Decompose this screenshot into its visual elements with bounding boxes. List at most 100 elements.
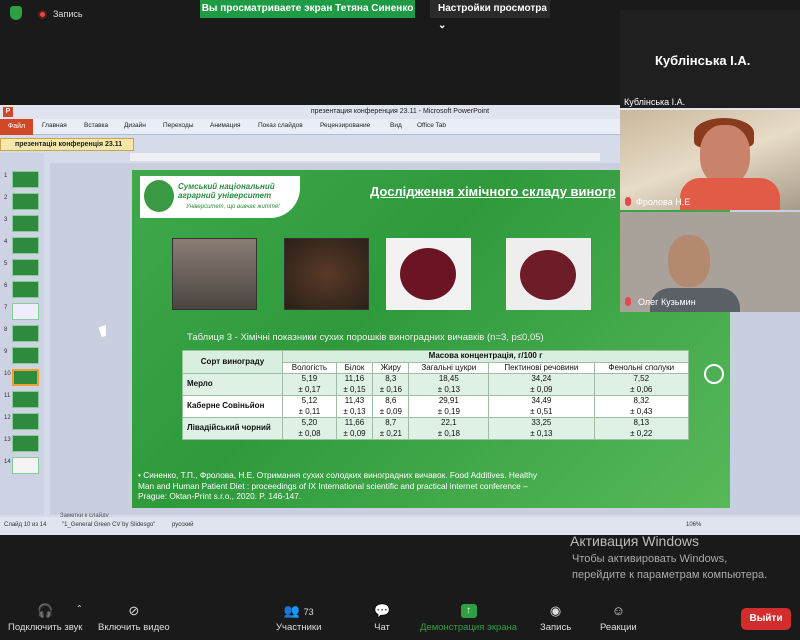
cell-value: 8,13 [633,418,650,427]
cell-error: ± 0,09 [379,406,402,416]
reactions-icon: ☺ [611,603,625,618]
slide-thumbnail[interactable] [12,281,39,298]
cell-value: 29,91 [438,396,459,405]
document-tab[interactable]: презентація конференція 23.11 [0,138,134,151]
tab-file[interactable]: Файл [0,119,33,135]
cell-value: 5,19 [301,374,318,383]
cell-value: 34,24 [531,374,552,383]
cell-error: ± 0,09 [530,384,553,394]
audio-options-chevron[interactable]: ⌃ [76,604,83,613]
tab-animation[interactable]: Анимация [210,122,241,129]
cell-error: ± 0,09 [343,428,366,438]
status-slide: Слайд 10 из 14 [4,522,47,528]
table-row: Лівадійський чорний 5,20 ± 0,08 11,66 ± 0,… [182,417,690,440]
tab-transitions[interactable]: Переходы [163,122,194,129]
table-row: Каберне Совіньйон 5,12 ± 0,11 11,43 ± 0,13… [182,395,690,418]
tab-view[interactable]: Вид [390,122,402,129]
thumb-number: 6 [4,283,8,289]
cell-value: 11,66 [344,418,365,427]
leave-button[interactable]: Выйти [741,608,791,630]
tab-review[interactable]: Рецензирование [320,122,370,129]
powder-photo-2 [506,238,591,310]
table-row: Мерло 5,19 ± 0,17 11,16 ± 0,15 8,3 ± 0,16 1… [182,373,690,396]
cell-value: 5,12 [301,396,318,405]
cell-error: ± 0,06 [630,384,653,394]
participant-body [680,178,780,210]
cell-value: 8,32 [633,396,650,405]
participant-name-large: Кублінська І.А. [655,53,751,68]
security-shield-icon[interactable] [10,6,22,20]
tab-office-tab[interactable]: Office Tab [417,122,446,129]
tab-slideshow[interactable]: Показ слайдов [258,122,303,129]
slide-thumbnail[interactable] [12,237,39,254]
thumb-number: 2 [4,195,8,201]
join-audio-button[interactable]: 🎧 Подключить звук [8,604,82,634]
participants-label: Участники [276,622,322,633]
reference-body: Синенко, Т.П., Фролова, Н.Е. Отримання с… [138,470,538,501]
cell-error: ± 0,16 [379,384,402,394]
laser-pointer-circle-icon [704,364,724,384]
powerpoint-app-icon[interactable]: P [3,107,13,117]
slide-thumbnail[interactable] [12,215,39,232]
status-zoom[interactable]: 106% [686,522,701,528]
thumb-number: 11 [4,393,11,399]
cell-value: 33,25 [531,418,552,427]
group-header: Масова концентрація, г/100 г [282,350,689,363]
share-screen-label: Демонстрация экрана [420,622,518,633]
row-header: Сорт винограду [182,350,283,374]
activation-line-2: перейдите к параметрам компьютера. [572,569,768,581]
variety-name: Лівадійський чорний [182,417,283,440]
record-button[interactable]: ◉ Запись [540,604,571,634]
cell-error: ± 0,51 [530,406,553,416]
recording-icon [38,10,47,19]
cell-value: 5,20 [301,418,318,427]
participants-button[interactable]: 👥 73 Участники [276,604,322,634]
cell-error: ± 0,21 [379,428,402,438]
cell-error: ± 0,43 [630,406,653,416]
tab-insert[interactable]: Вставка [84,122,108,129]
chat-label: Чат [374,622,390,633]
chat-button[interactable]: 💬 Чат [374,604,390,634]
slide-thumbnail[interactable] [12,259,39,276]
screen-share-banner: Вы просматриваете экран Тетяна Синенко [200,0,415,18]
muted-mic-icon [625,297,631,306]
view-options-button[interactable]: Настройки просмотра ⌄ [430,0,550,31]
slide-thumbnail[interactable] [12,435,39,452]
tab-home[interactable]: Главная [42,122,67,129]
reactions-button[interactable]: ☺ Реакции [600,603,637,634]
slide-thumbnail[interactable] [12,413,39,430]
thumb-number: 8 [4,327,8,333]
cell-error: ± 0,13 [343,406,366,416]
share-screen-button[interactable]: ↑ Демонстрация экрана [420,604,517,633]
participants-count: 73 [303,607,314,617]
video-off-icon: ⊘ [128,603,140,618]
slide-thumbnail[interactable] [12,391,39,408]
slide-thumbnail[interactable] [12,171,39,188]
slide-thumbnail[interactable] [12,325,39,342]
variety-name: Каберне Совіньйон [182,395,283,418]
university-slogan: Університет, що вивчає життя! [186,204,280,210]
cell-value: 7,52 [633,374,650,383]
thumb-number: 13 [4,437,11,443]
slide-thumbnail[interactable] [12,347,39,364]
share-screen-icon: ↑ [460,604,477,618]
slide-thumbnail[interactable] [12,193,39,210]
reference-text: • Синенко, Т.П., Фролова, Н.Е. Отримання… [138,470,538,501]
status-theme: "1_General Green CV by Slidesgo" [62,522,156,528]
slide-thumbnail[interactable] [12,457,39,474]
cell-error: ± 0,13 [530,428,553,438]
start-video-button[interactable]: ⊘ Включить видео [98,603,170,634]
reactions-label: Реакции [600,622,637,633]
view-options-label: Настройки просмотра [438,3,547,14]
slide-thumbnail-selected[interactable] [12,369,39,386]
variety-name: Мерло [182,373,283,396]
tab-design[interactable]: Дизайн [124,122,146,129]
activation-line-1: Чтобы активировать Windows, [572,553,728,565]
cell-value: 22,1 [441,418,457,427]
powder-photo-1 [386,238,471,310]
slide-thumbnail[interactable] [12,303,39,320]
start-video-label: Включить видео [98,622,170,633]
participant-label: Олег Кузьмин [638,297,696,307]
cell-error: ± 0,18 [437,428,460,438]
participant-face [700,125,750,185]
